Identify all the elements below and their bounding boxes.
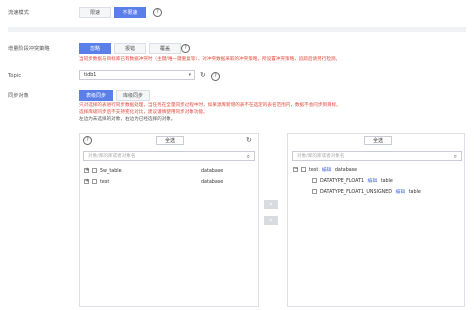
- topic-label: Topic: [8, 73, 22, 79]
- topic-select[interactable]: tidb1 ▾: [79, 70, 195, 80]
- sync-warning-1: 只对选择的表进行同步数据处理，当任务在全量同步过程中时，如果源库新增的表不在选定…: [79, 103, 341, 108]
- right-child-name: DATATYPE_FLOAT1: [320, 179, 365, 184]
- search-icon[interactable]: ⌕: [454, 153, 457, 160]
- incremental-option-error[interactable]: 报错: [114, 43, 146, 54]
- right-child-type: table: [380, 179, 393, 184]
- right-search-input[interactable]: 对象/库的库或者对象名 ⌕: [292, 151, 462, 161]
- checkbox[interactable]: [92, 168, 97, 173]
- flow-mode-segment: 限速 不限速: [79, 7, 149, 18]
- chevron-down-icon: ▾: [188, 73, 191, 78]
- topic-help-icon[interactable]: ?: [211, 72, 220, 81]
- sync-note: 左边为未选择的对象，右边为已经选择的对象。: [79, 117, 176, 122]
- collapse-icon[interactable]: −: [293, 167, 298, 172]
- left-panel-help-icon[interactable]: ?: [83, 136, 92, 145]
- edit-link[interactable]: 编辑: [368, 179, 378, 184]
- right-child-name: DATATYPE_FLOAT1_UNSIGNED: [320, 190, 392, 195]
- move-right-button[interactable]: »: [264, 200, 278, 209]
- left-refresh-icon[interactable]: ↻: [246, 136, 252, 144]
- left-object-panel: ? 全选 ↻ 对象/库的库或者对象名 ⌕ +5w_table database …: [79, 133, 259, 307]
- incremental-help-icon[interactable]: ?: [181, 44, 190, 53]
- sync-option-database[interactable]: 库级同步: [116, 90, 150, 101]
- refresh-icon[interactable]: ↻: [200, 71, 206, 79]
- right-root-name: test: [309, 168, 319, 173]
- left-row-type: database: [201, 180, 224, 185]
- right-child-type: table: [408, 190, 421, 195]
- right-object-panel: 全选 对象/库的库或者对象名 ⌕ − test 编辑 database DATAT…: [287, 133, 465, 307]
- incremental-policy-segment: 忽略 报错 覆盖: [79, 43, 184, 54]
- topic-value: tidb1: [84, 73, 97, 78]
- left-tree-row[interactable]: + test: [84, 179, 109, 186]
- right-select-all-button[interactable]: 全选: [364, 136, 392, 145]
- sync-option-table[interactable]: 表级同步: [79, 90, 113, 101]
- left-search-placeholder: 对象/库的库或者对象名: [88, 154, 136, 159]
- edit-link[interactable]: 编辑: [396, 190, 406, 195]
- section-divider: [8, 27, 466, 32]
- incremental-hint: 当同步数据与目标库已有数据冲突时（主键/唯一键重复等），对冲突数据采取的冲突策略…: [79, 57, 341, 62]
- left-row-type: database: [201, 169, 224, 174]
- right-root-type: database: [334, 168, 358, 173]
- incremental-option-overwrite[interactable]: 覆盖: [149, 43, 181, 54]
- checkbox[interactable]: [92, 179, 97, 184]
- flow-mode-option-unlimited[interactable]: 不限速: [114, 7, 146, 18]
- flow-mode-help-icon[interactable]: ?: [153, 8, 162, 17]
- incremental-option-ignore[interactable]: 忽略: [79, 43, 111, 54]
- checkbox[interactable]: [312, 189, 317, 194]
- expand-icon[interactable]: +: [84, 179, 89, 184]
- left-select-all-button[interactable]: 全选: [156, 136, 184, 145]
- checkbox[interactable]: [312, 178, 317, 183]
- move-left-button[interactable]: «: [264, 216, 278, 225]
- incremental-policy-label: 增量阶段冲突策略: [8, 46, 50, 52]
- expand-icon[interactable]: +: [84, 168, 89, 173]
- right-search-placeholder: 对象/库的库或者对象名: [297, 154, 345, 159]
- right-tree-root[interactable]: − test 编辑 database: [293, 167, 357, 174]
- flow-mode-option-limited[interactable]: 限速: [79, 7, 111, 18]
- checkbox[interactable]: [301, 167, 306, 172]
- right-tree-child[interactable]: DATATYPE_FLOAT1_UNSIGNED 编辑 table: [312, 189, 421, 196]
- sync-object-segment: 表级同步 库级同步: [79, 90, 153, 101]
- search-icon[interactable]: ⌕: [247, 153, 250, 160]
- flow-mode-label: 流速模式: [8, 10, 29, 16]
- edit-link[interactable]: 编辑: [322, 168, 332, 173]
- sync-object-label: 同步对象: [8, 93, 29, 99]
- left-row-name: 5w_table: [100, 169, 122, 174]
- left-row-name: test: [100, 180, 110, 185]
- right-tree-child[interactable]: DATATYPE_FLOAT1 编辑 table: [312, 178, 393, 185]
- left-search-input[interactable]: 对象/库的库或者对象名 ⌕: [83, 151, 255, 161]
- sync-warning-2: 选择库级同步后不支持变化对比，建议谨慎使用同步对象功能。: [79, 110, 208, 115]
- left-tree-row[interactable]: +5w_table: [84, 168, 122, 175]
